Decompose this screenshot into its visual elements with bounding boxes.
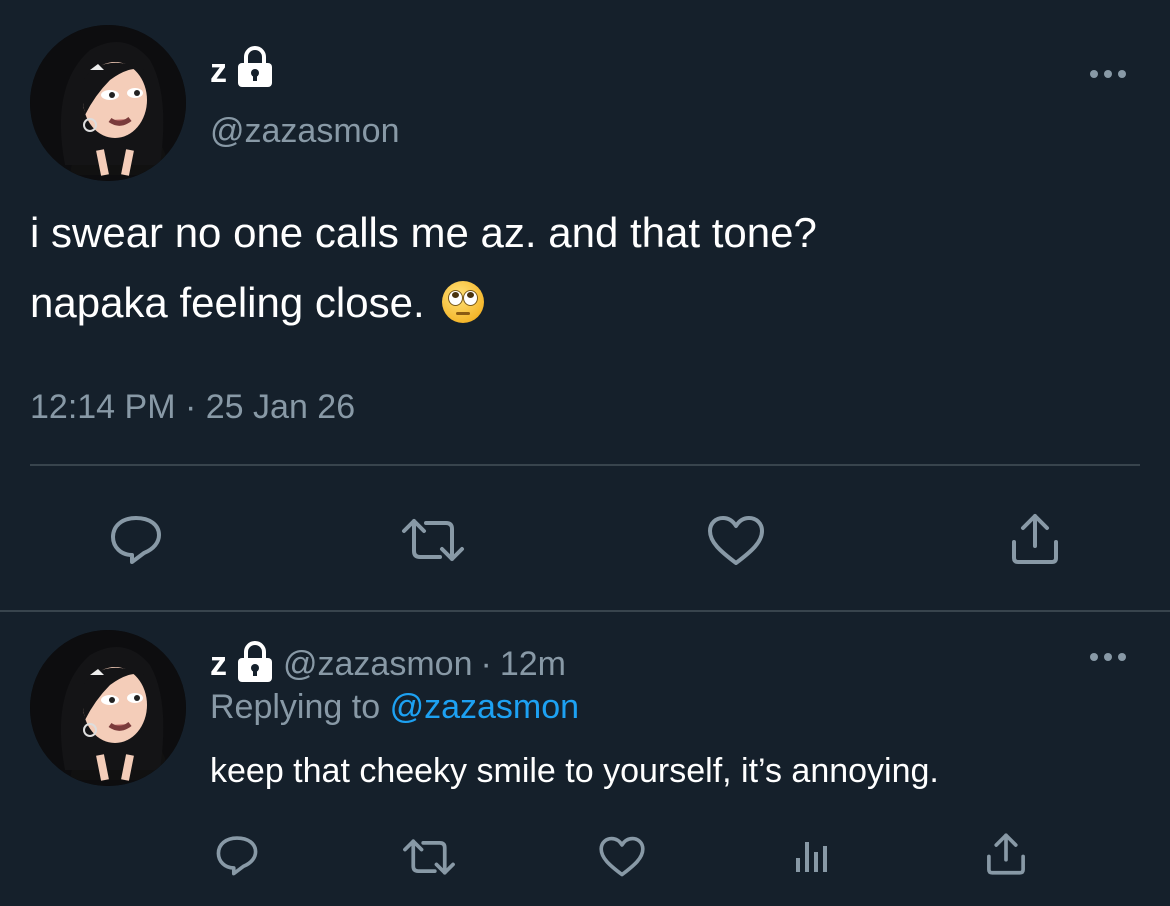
- rolling-eyes-emoji-icon: [442, 281, 485, 323]
- tweet-date[interactable]: 25 Jan 26: [206, 388, 355, 426]
- reply-analytics-button[interactable]: [792, 836, 832, 876]
- tweet-text-line-2: napaka feeling close.: [30, 279, 425, 326]
- avatar-cartoon-image: [30, 630, 186, 786]
- analytics-icon: [796, 842, 827, 872]
- reply-author-handle[interactable]: @zazasmon: [283, 645, 472, 684]
- reply-icon: [216, 836, 258, 876]
- share-button[interactable]: [1008, 512, 1062, 566]
- section-divider: [0, 610, 1170, 612]
- retweet-icon: [403, 839, 455, 875]
- reply-author-display-name[interactable]: z: [210, 645, 227, 684]
- tweet-text: i swear no one calls me az. and that ton…: [30, 198, 1130, 338]
- tweet-divider: [30, 464, 1140, 466]
- retweet-button[interactable]: [398, 515, 468, 565]
- author-avatar[interactable]: [30, 25, 186, 181]
- retweet-icon: [402, 519, 464, 561]
- replying-to-link[interactable]: @zazasmon: [390, 688, 579, 726]
- tweet-text-line-2-wrap: napaka feeling close.: [30, 268, 1130, 338]
- avatar-cartoon-image: [30, 25, 186, 181]
- reply-age[interactable]: 12m: [500, 645, 566, 684]
- reply-separator: ·: [480, 645, 492, 683]
- reply-button[interactable]: [108, 513, 164, 565]
- author-display-name[interactable]: z: [210, 52, 227, 91]
- tweet-text-line-1: i swear no one calls me az. and that ton…: [30, 209, 817, 256]
- reply-header: z @zazasmon · 12m: [210, 640, 566, 689]
- author-name-row[interactable]: z: [210, 45, 275, 98]
- like-icon: [599, 836, 645, 877]
- reply-author-avatar[interactable]: [30, 630, 186, 786]
- reply-reply-button[interactable]: [214, 834, 260, 876]
- share-icon: [1012, 514, 1058, 564]
- replying-to-line: Replying to @zazasmon: [210, 688, 579, 727]
- protected-lock-icon: [235, 45, 275, 98]
- replying-to-prefix: Replying to: [210, 688, 381, 726]
- author-handle[interactable]: @zazasmon: [210, 112, 399, 151]
- like-icon: [708, 516, 764, 565]
- reply-icon: [111, 516, 161, 564]
- more-options-icon[interactable]: [1090, 70, 1126, 78]
- reply-share-button[interactable]: [984, 832, 1028, 876]
- reply-more-options-icon[interactable]: [1090, 653, 1126, 661]
- reply-retweet-button[interactable]: [400, 836, 458, 878]
- tweet-time[interactable]: 12:14 PM: [30, 388, 176, 426]
- tweet-timestamp[interactable]: 12:14 PM · 25 Jan 26: [30, 388, 355, 427]
- timestamp-separator: ·: [184, 388, 197, 426]
- share-icon: [987, 833, 1025, 875]
- protected-lock-icon: [235, 640, 275, 689]
- reply-like-button[interactable]: [598, 836, 646, 878]
- like-button[interactable]: [706, 515, 766, 567]
- reply-text: keep that cheeky smile to yourself, it’s…: [210, 752, 939, 790]
